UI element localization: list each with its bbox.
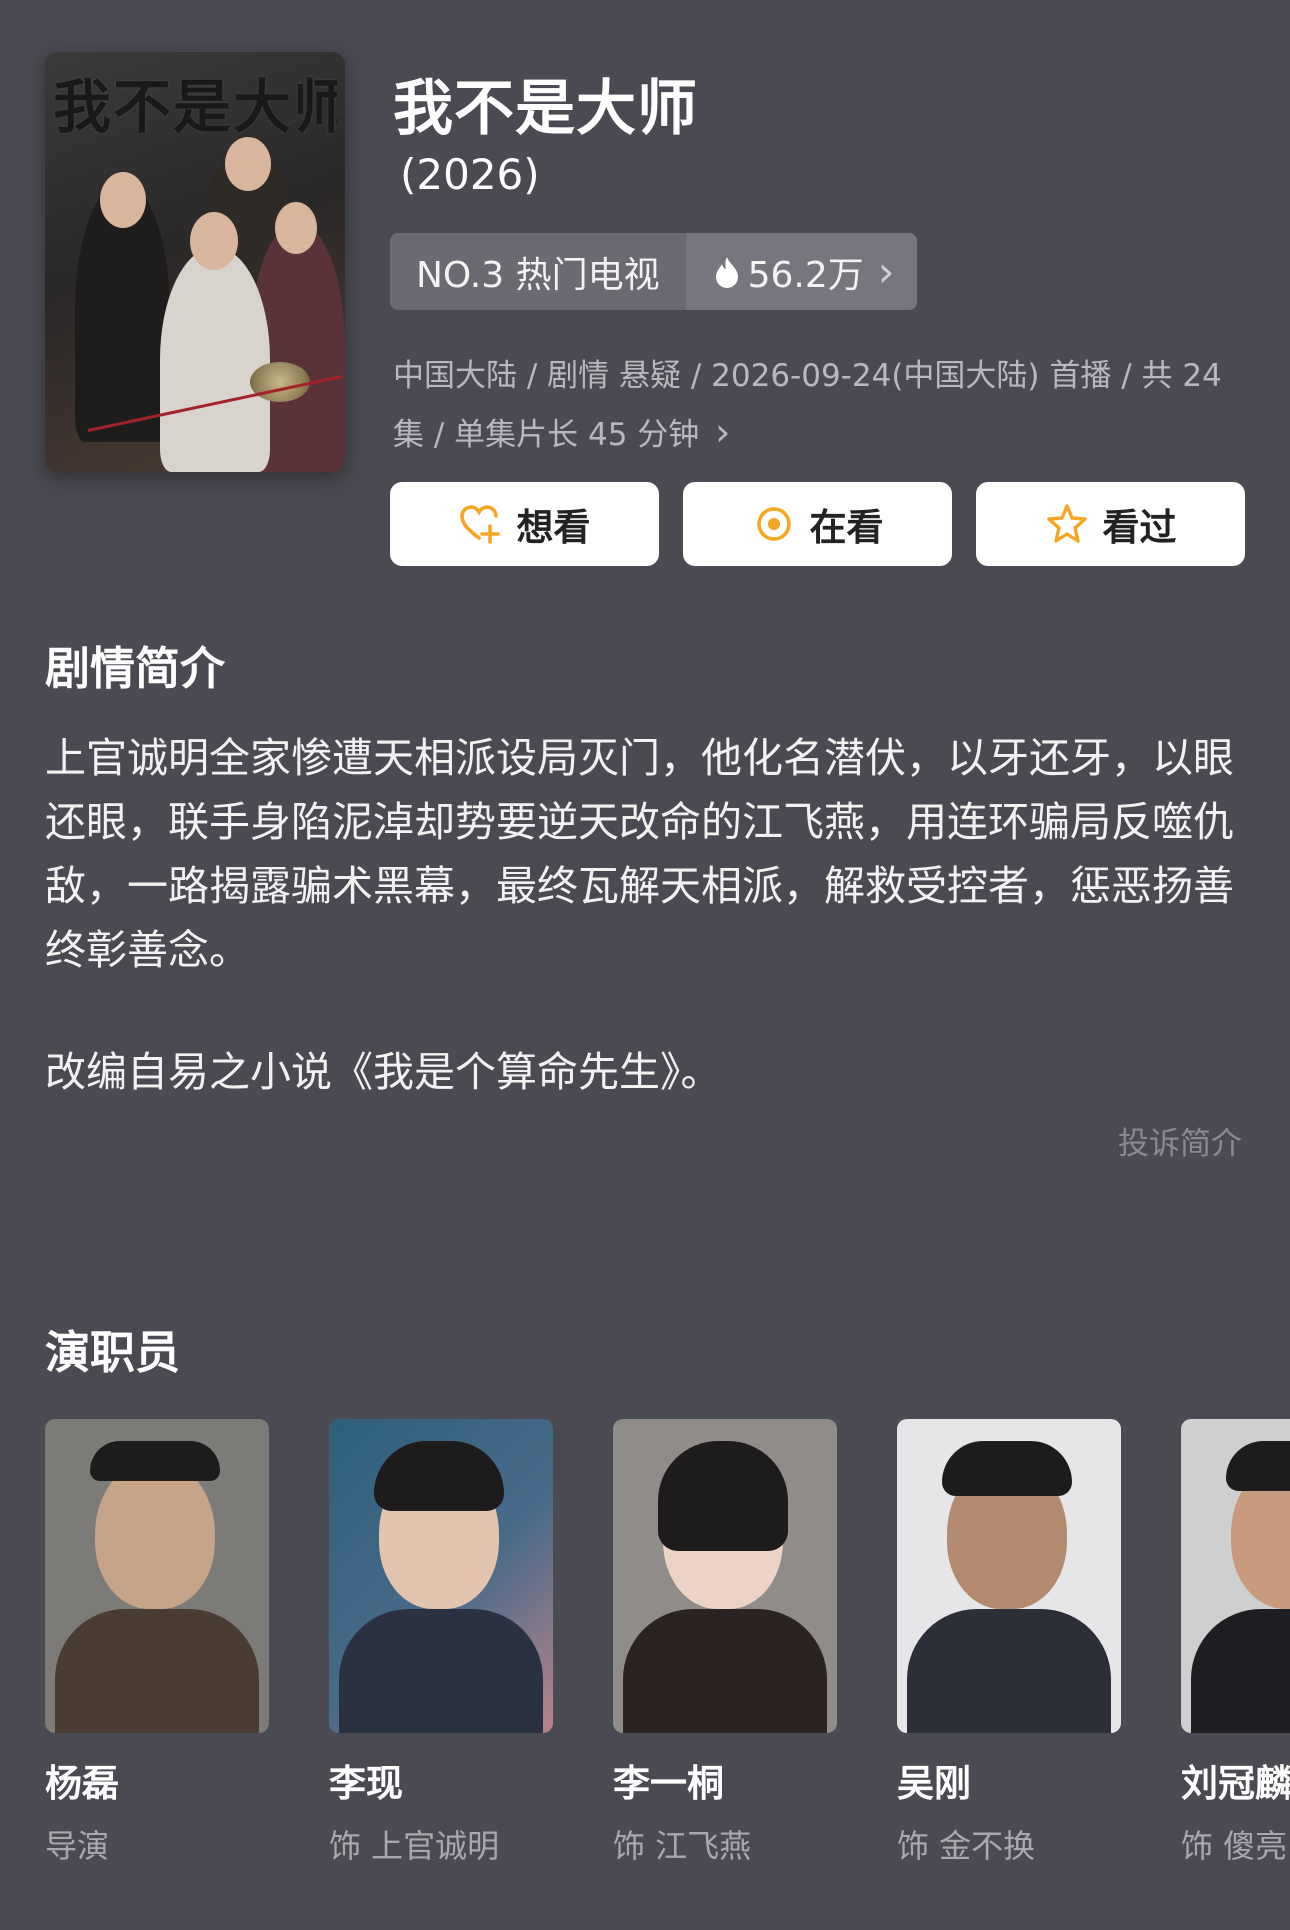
cast-name: 李现 [329, 1762, 403, 1805]
rank-pill[interactable]: NO.3 热门电视 56.2万 › [390, 233, 917, 310]
star-icon [1046, 504, 1087, 543]
watching-button[interactable]: 在看 [683, 482, 952, 566]
action-buttons: 想看 在看 看过 [390, 482, 1245, 566]
heat-value: 56.2万 [747, 254, 864, 296]
target-icon [756, 507, 791, 541]
cast-role: 导演 [45, 1827, 110, 1865]
cast-card[interactable]: 杨磊 导演 [45, 1419, 269, 1867]
heart-plus-icon [459, 505, 500, 544]
watched-label: 看过 [1102, 506, 1177, 549]
cast-role: 饰 傻亮 [1181, 1827, 1288, 1865]
want-to-watch-label: 想看 [516, 506, 591, 549]
poster-title: 我不是大师 [53, 73, 337, 141]
show-meta[interactable]: 中国大陆 / 剧情 悬疑 / 2026-09-24(中国大陆) 首播 / 共 2… [393, 348, 1233, 463]
cast-role: 饰 上官诚明 [329, 1827, 500, 1865]
chevron-right-icon: › [877, 247, 895, 296]
rank-label: NO.3 热门电视 [416, 254, 660, 296]
cast-card[interactable]: 吴刚 饰 金不换 [897, 1419, 1121, 1867]
show-title: 我不是大师 [393, 74, 698, 144]
watched-button[interactable]: 看过 [976, 482, 1245, 566]
cast-role: 饰 江飞燕 [613, 1827, 752, 1865]
cast-list: 杨磊 导演 李现 饰 上官诚明 李一桐 饰 江飞燕 吴刚 饰 金不换 刘冠麟 饰… [45, 1419, 1290, 1867]
cast-role: 饰 金不换 [897, 1827, 1036, 1865]
heat-badge: 56.2万 › [685, 233, 917, 310]
show-year: (2026) [400, 150, 540, 199]
show-detail-page: 我不是大师 我不是大师 (2026) NO.3 热门电视 56.2万 › 中国大… [0, 0, 1290, 1930]
cast-card[interactable]: 李现 饰 上官诚明 [329, 1419, 553, 1867]
chevron-right-icon: › [715, 410, 731, 454]
report-synopsis-link[interactable]: 投诉简介 [1118, 1118, 1242, 1163]
watching-label: 在看 [809, 506, 884, 549]
cast-photo [897, 1419, 1121, 1733]
cast-heading: 演职员 [45, 1326, 181, 1379]
want-to-watch-button[interactable]: 想看 [390, 482, 659, 566]
cast-name: 刘冠麟 [1181, 1762, 1290, 1805]
synopsis-heading: 剧情简介 [45, 642, 226, 695]
cast-photo [1181, 1419, 1290, 1733]
synopsis-text: 上官诚明全家惨遭天相派设局灭门，他化名潜伏，以牙还牙，以眼还眼，联手身陷泥淖却势… [45, 734, 1234, 974]
show-poster[interactable]: 我不是大师 [45, 52, 345, 472]
cast-name: 吴刚 [897, 1762, 971, 1805]
flame-icon [715, 256, 738, 288]
coin-graphic [250, 362, 310, 402]
cast-card[interactable]: 李一桐 饰 江飞燕 [613, 1419, 837, 1867]
adapted-note: 改编自易之小说《我是个算命先生》。 [45, 1048, 722, 1096]
cast-card[interactable]: 刘冠麟 饰 傻亮 [1181, 1419, 1290, 1867]
meta-text: 中国大陆 / 剧情 悬疑 / 2026-09-24(中国大陆) 首播 / 共 2… [393, 358, 1222, 453]
cast-name: 杨磊 [45, 1762, 119, 1805]
cast-name: 李一桐 [613, 1762, 724, 1805]
cast-photo [613, 1419, 837, 1733]
cast-photo [329, 1419, 553, 1733]
cast-photo [45, 1419, 269, 1733]
